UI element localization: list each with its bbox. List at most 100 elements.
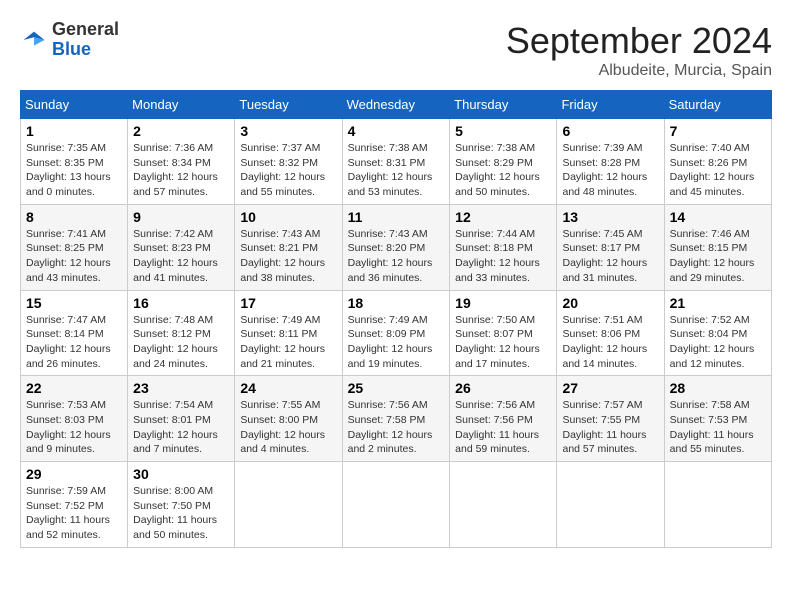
weekday-header-tuesday: Tuesday (235, 91, 342, 119)
logo-blue-text: Blue (52, 39, 91, 59)
calendar-cell: 7 Sunrise: 7:40 AMSunset: 8:26 PMDaylight… (664, 119, 771, 205)
day-number: 23 (133, 380, 229, 396)
logo-bird-icon (20, 26, 48, 54)
day-info: Sunrise: 7:41 AMSunset: 8:25 PMDaylight:… (26, 228, 111, 284)
day-info: Sunrise: 7:39 AMSunset: 8:28 PMDaylight:… (562, 142, 647, 198)
day-number: 28 (670, 380, 766, 396)
logo: General Blue (20, 20, 119, 60)
day-info: Sunrise: 7:42 AMSunset: 8:23 PMDaylight:… (133, 228, 218, 284)
calendar-cell: 26 Sunrise: 7:56 AMSunset: 7:56 PMDayligh… (450, 376, 557, 462)
day-number: 6 (562, 123, 658, 139)
calendar-cell: 4Sunrise: 7:38 AMSunset: 8:31 PMDaylight… (342, 119, 450, 205)
day-number: 17 (240, 295, 336, 311)
day-info: Sunrise: 7:38 AMSunset: 8:31 PMDaylight:… (348, 142, 433, 198)
page-header: General Blue September 2024 Albudeite, M… (20, 20, 772, 80)
day-number: 12 (455, 209, 551, 225)
calendar-cell: 22 Sunrise: 7:53 AMSunset: 8:03 PMDayligh… (21, 376, 128, 462)
day-number: 22 (26, 380, 122, 396)
day-number: 25 (348, 380, 445, 396)
calendar-table: SundayMondayTuesdayWednesdayThursdayFrid… (20, 90, 772, 548)
day-info: Sunrise: 7:54 AMSunset: 8:01 PMDaylight:… (133, 399, 218, 455)
day-info: Sunrise: 7:40 AMSunset: 8:26 PMDaylight:… (670, 142, 755, 198)
day-info: Sunrise: 7:53 AMSunset: 8:03 PMDaylight:… (26, 399, 111, 455)
title-area: September 2024 Albudeite, Murcia, Spain (506, 20, 772, 80)
calendar-cell: 25 Sunrise: 7:56 AMSunset: 7:58 PMDayligh… (342, 376, 450, 462)
calendar-cell: 20 Sunrise: 7:51 AMSunset: 8:06 PMDayligh… (557, 290, 664, 376)
calendar-cell (450, 462, 557, 548)
day-info: Sunrise: 7:46 AMSunset: 8:15 PMDaylight:… (670, 228, 755, 284)
weekday-header-sunday: Sunday (21, 91, 128, 119)
month-title: September 2024 (506, 20, 772, 62)
calendar-cell: 23 Sunrise: 7:54 AMSunset: 8:01 PMDayligh… (128, 376, 235, 462)
day-number: 2 (133, 123, 229, 139)
day-number: 20 (562, 295, 658, 311)
day-number: 16 (133, 295, 229, 311)
calendar-cell (342, 462, 450, 548)
day-info: Sunrise: 7:45 AMSunset: 8:17 PMDaylight:… (562, 228, 647, 284)
weekday-header-thursday: Thursday (450, 91, 557, 119)
day-info: Sunrise: 7:44 AMSunset: 8:18 PMDaylight:… (455, 228, 540, 284)
weekday-header-wednesday: Wednesday (342, 91, 450, 119)
calendar-cell: 29 Sunrise: 7:59 AMSunset: 7:52 PMDayligh… (21, 462, 128, 548)
day-info: Sunrise: 7:56 AMSunset: 7:56 PMDaylight:… (455, 399, 539, 455)
day-info: Sunrise: 7:56 AMSunset: 7:58 PMDaylight:… (348, 399, 433, 455)
day-number: 8 (26, 209, 122, 225)
calendar-cell: 8 Sunrise: 7:41 AMSunset: 8:25 PMDaylight… (21, 204, 128, 290)
calendar-cell: 17 Sunrise: 7:49 AMSunset: 8:11 PMDayligh… (235, 290, 342, 376)
calendar-cell: 27 Sunrise: 7:57 AMSunset: 7:55 PMDayligh… (557, 376, 664, 462)
day-number: 30 (133, 466, 229, 482)
day-info: Sunrise: 7:58 AMSunset: 7:53 PMDaylight:… (670, 399, 754, 455)
day-info: Sunrise: 7:52 AMSunset: 8:04 PMDaylight:… (670, 314, 755, 370)
day-number: 24 (240, 380, 336, 396)
calendar-cell: 1Sunrise: 7:35 AMSunset: 8:35 PMDaylight… (21, 119, 128, 205)
day-number: 7 (670, 123, 766, 139)
calendar-header-row: SundayMondayTuesdayWednesdayThursdayFrid… (21, 91, 772, 119)
calendar-week-4: 22 Sunrise: 7:53 AMSunset: 8:03 PMDayligh… (21, 376, 772, 462)
calendar-cell: 19Sunrise: 7:50 AMSunset: 8:07 PMDayligh… (450, 290, 557, 376)
calendar-cell: 11Sunrise: 7:43 AMSunset: 8:20 PMDayligh… (342, 204, 450, 290)
day-number: 19 (455, 295, 551, 311)
day-info: Sunrise: 7:43 AMSunset: 8:20 PMDaylight:… (348, 228, 433, 284)
day-number: 5 (455, 123, 551, 139)
day-info: Sunrise: 7:35 AMSunset: 8:35 PMDaylight:… (26, 142, 111, 198)
day-info: Sunrise: 7:59 AMSunset: 7:52 PMDaylight:… (26, 485, 110, 541)
day-info: Sunrise: 7:37 AMSunset: 8:32 PMDaylight:… (240, 142, 325, 198)
calendar-week-5: 29 Sunrise: 7:59 AMSunset: 7:52 PMDayligh… (21, 462, 772, 548)
location-text: Albudeite, Murcia, Spain (506, 62, 772, 80)
day-number: 15 (26, 295, 122, 311)
calendar-cell: 15 Sunrise: 7:47 AMSunset: 8:14 PMDayligh… (21, 290, 128, 376)
day-number: 21 (670, 295, 766, 311)
calendar-cell (557, 462, 664, 548)
weekday-header-friday: Friday (557, 91, 664, 119)
day-number: 29 (26, 466, 122, 482)
calendar-cell: 9Sunrise: 7:42 AMSunset: 8:23 PMDaylight… (128, 204, 235, 290)
day-number: 18 (348, 295, 445, 311)
day-info: Sunrise: 7:43 AMSunset: 8:21 PMDaylight:… (240, 228, 325, 284)
calendar-cell: 24 Sunrise: 7:55 AMSunset: 8:00 PMDayligh… (235, 376, 342, 462)
calendar-cell: 5Sunrise: 7:38 AMSunset: 8:29 PMDaylight… (450, 119, 557, 205)
day-info: Sunrise: 7:57 AMSunset: 7:55 PMDaylight:… (562, 399, 646, 455)
day-number: 10 (240, 209, 336, 225)
day-info: Sunrise: 7:51 AMSunset: 8:06 PMDaylight:… (562, 314, 647, 370)
logo-general-text: General (52, 19, 119, 39)
calendar-cell: 13 Sunrise: 7:45 AMSunset: 8:17 PMDayligh… (557, 204, 664, 290)
calendar-cell (664, 462, 771, 548)
calendar-cell: 2Sunrise: 7:36 AMSunset: 8:34 PMDaylight… (128, 119, 235, 205)
weekday-header-monday: Monday (128, 91, 235, 119)
day-info: Sunrise: 7:55 AMSunset: 8:00 PMDaylight:… (240, 399, 325, 455)
calendar-cell: 10 Sunrise: 7:43 AMSunset: 8:21 PMDayligh… (235, 204, 342, 290)
day-number: 27 (562, 380, 658, 396)
weekday-header-saturday: Saturday (664, 91, 771, 119)
calendar-cell: 14Sunrise: 7:46 AMSunset: 8:15 PMDayligh… (664, 204, 771, 290)
day-info: Sunrise: 8:00 AMSunset: 7:50 PMDaylight:… (133, 485, 217, 541)
calendar-cell: 6 Sunrise: 7:39 AMSunset: 8:28 PMDaylight… (557, 119, 664, 205)
calendar-cell (235, 462, 342, 548)
day-number: 26 (455, 380, 551, 396)
calendar-cell: 28 Sunrise: 7:58 AMSunset: 7:53 PMDayligh… (664, 376, 771, 462)
day-info: Sunrise: 7:47 AMSunset: 8:14 PMDaylight:… (26, 314, 111, 370)
day-info: Sunrise: 7:49 AMSunset: 8:11 PMDaylight:… (240, 314, 325, 370)
calendar-week-3: 15 Sunrise: 7:47 AMSunset: 8:14 PMDayligh… (21, 290, 772, 376)
day-info: Sunrise: 7:48 AMSunset: 8:12 PMDaylight:… (133, 314, 218, 370)
day-number: 13 (562, 209, 658, 225)
calendar-cell: 18Sunrise: 7:49 AMSunset: 8:09 PMDayligh… (342, 290, 450, 376)
